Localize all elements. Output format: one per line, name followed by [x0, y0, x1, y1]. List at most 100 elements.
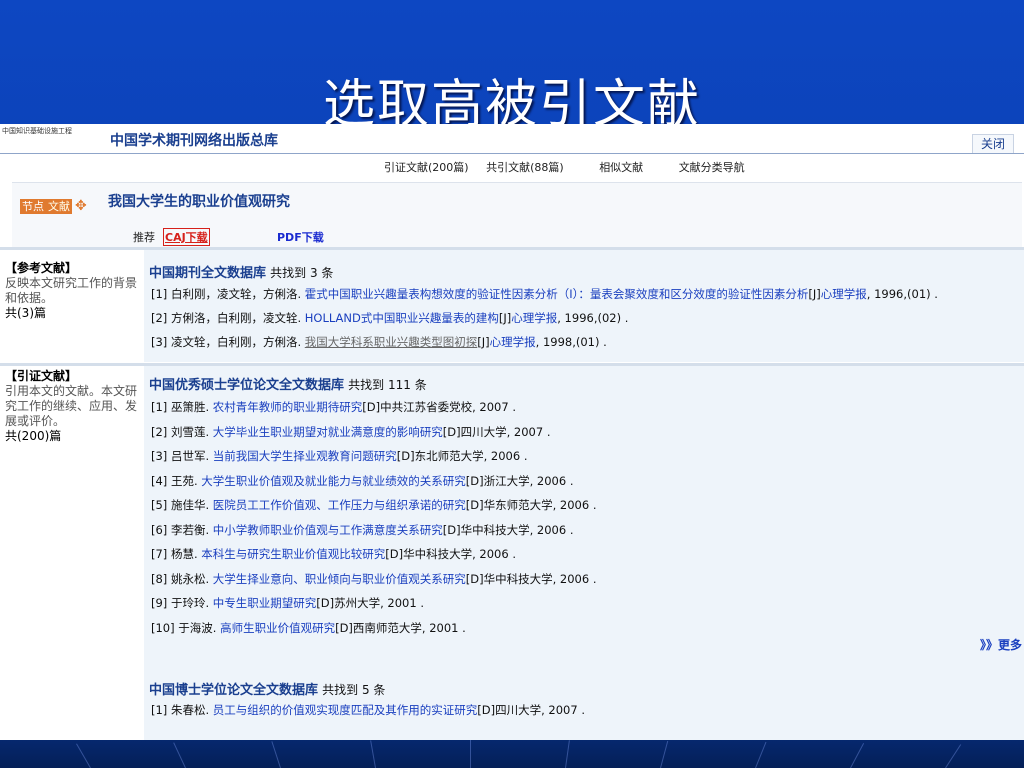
reference-authors: [1] 白利刚，凌文辁，方俐洛.	[151, 287, 305, 301]
footer-decor-line	[470, 740, 471, 768]
nav-citing-link[interactable]: 引证文献(200篇)	[384, 161, 469, 174]
reference-item: [2] 方俐洛，白利刚，凌文辁. HOLLAND式中国职业兴趣量表的建构[J]心…	[151, 310, 628, 326]
caj-download-link[interactable]: CAJ下载	[163, 228, 210, 246]
reference-type: [J]	[498, 311, 512, 325]
citation-title-link[interactable]: 高师生职业价值观研究	[220, 621, 335, 635]
reference-title-link[interactable]: 我国大学科系职业兴趣类型图初探	[305, 335, 478, 349]
citation-authors: [5] 施佳华.	[151, 498, 213, 512]
citation-authors: [4] 王苑.	[151, 473, 202, 488]
master-db-title: 中国优秀硕士学位论文全文数据库 共找到 111 条	[149, 374, 427, 393]
reference-title-link[interactable]: HOLLAND式中国职业兴趣量表的建构	[305, 311, 499, 325]
citation-authors: [1] 朱春松.	[151, 703, 213, 717]
citation-title-link[interactable]: 大学生职业价值观及就业能力与就业绩效的关系研究	[201, 474, 466, 488]
citation-title-link[interactable]: 中小学教师职业价值观与工作满意度关系研究	[213, 523, 443, 537]
footer-decor-line	[76, 743, 91, 768]
master-db-count: 共找到 111 条	[348, 378, 427, 392]
node-document-logo: 节点 文献 ✥	[20, 198, 87, 214]
citation-item: [2] 刘雪莲. 大学毕业生职业期望对就业满意度的影响研究[D]四川大学, 20…	[151, 424, 550, 440]
nav-links: 引证文献(200篇) 共引文献(88篇) 相似文献 文献分类导航	[384, 159, 759, 175]
doctor-db-count: 共找到 5 条	[322, 683, 386, 697]
reference-journal-link[interactable]: 心理学报	[511, 311, 557, 325]
citation-source: [D]华中科技大学, 2006 .	[442, 522, 574, 537]
cnki-logo: 中国知识基础设施工程	[2, 127, 72, 135]
more-link[interactable]: 》》更多	[980, 636, 1022, 653]
reference-item: [1] 白利刚，凌文辁，方俐洛. 霍式中国职业兴趣量表构想效度的验证性因素分析（…	[151, 286, 938, 302]
citation-authors: [10] 于海波.	[151, 620, 221, 635]
reference-journal-link[interactable]: 心理学报	[821, 287, 867, 301]
footer-decor-line	[755, 741, 767, 768]
references-heading: 【参考文献】	[5, 261, 78, 275]
citations-heading: 【引证文献】	[5, 369, 78, 383]
footer-decor-line	[660, 740, 669, 768]
reference-type: [J]	[477, 335, 490, 349]
citation-authors: [8] 姚永松.	[151, 571, 213, 586]
citation-title-link[interactable]: 大学生择业意向、职业倾向与职业价值观关系研究	[213, 572, 466, 586]
citation-source: [D]浙江大学, 2006 .	[465, 473, 574, 488]
references-db-name[interactable]: 中国期刊全文数据库	[149, 266, 266, 281]
slide-footer	[0, 740, 1024, 768]
recommend-label: 推荐	[133, 231, 155, 244]
citation-authors: [9] 于玲玲.	[151, 596, 213, 610]
citation-title-link[interactable]: 医院员工工作价值观、工作压力与组织承诺的研究	[213, 498, 466, 512]
reference-year: , 1996,(02) .	[557, 311, 629, 325]
citations-side: 【引证文献】 引用本文的文献。本文研究工作的继续、应用、发展或评价。 共(200…	[0, 369, 142, 740]
references-description: 反映本文研究工作的背景和依据。	[5, 276, 138, 305]
article-title: 我国大学生的职业价值观研究	[108, 194, 290, 210]
doctor-db-title: 中国博士学位论文全文数据库 共找到 5 条	[149, 679, 385, 698]
master-db-name[interactable]: 中国优秀硕士学位论文全文数据库	[149, 378, 344, 393]
citation-title-link[interactable]: 农村青年教师的职业期待研究	[213, 400, 363, 414]
citations-count: 共(200)篇	[5, 429, 62, 443]
reference-type: [J]	[808, 287, 821, 301]
references-db-count: 共找到 3 条	[270, 266, 334, 280]
article-header: 节点 文献 ✥ 我国大学生的职业价值观研究 推荐 CAJ下载 PDF下载	[12, 182, 1022, 247]
reference-title-link[interactable]: 霍式中国职业兴趣量表构想效度的验证性因素分析（Ⅰ）：量表会聚效度和区分效度的验证…	[305, 287, 809, 301]
citation-title-link[interactable]: 中专生职业期望研究	[213, 596, 317, 610]
footer-decor-line	[945, 744, 962, 768]
citation-item: [7] 杨慧. 本科生与研究生职业价值观比较研究[D]华中科技大学, 2006 …	[151, 546, 516, 562]
reference-journal-link[interactable]: 心理学报	[490, 335, 536, 349]
citation-authors: [2] 刘雪莲.	[151, 424, 213, 439]
references-count: 共(3)篇	[5, 306, 46, 320]
citation-item: [5] 施佳华. 医院员工工作价值观、工作压力与组织承诺的研究[D]华东师范大学…	[151, 497, 596, 513]
footer-decor-line	[173, 742, 186, 768]
citation-title-link[interactable]: 大学毕业生职业期望对就业满意度的影响研究	[213, 425, 443, 439]
footer-decor-line	[850, 743, 865, 768]
nav-similar-link[interactable]: 相似文献	[599, 161, 643, 174]
citation-authors: [3] 吕世军.	[151, 449, 213, 463]
citation-item: [3] 吕世军. 当前我国大学生择业观教育问题研究[D]东北师范大学, 2006…	[151, 448, 527, 464]
citation-source: [D]华中科技大学, 2006 .	[465, 571, 597, 586]
reference-year: , 1996,(01) .	[866, 287, 938, 301]
citation-item: [8] 姚永松. 大学生择业意向、职业倾向与职业价值观关系研究[D]华中科技大学…	[151, 571, 596, 587]
footer-decor-line	[370, 740, 376, 768]
citations-panel: 中国优秀硕士学位论文全文数据库 共找到 111 条 [1] 巫箫胜. 农村青年教…	[144, 366, 1024, 740]
references-db-title: 中国期刊全文数据库 共找到 3 条	[149, 262, 333, 281]
nav-co-citing-link[interactable]: 共引文献(88篇)	[486, 161, 564, 174]
reference-year: , 1998,(01) .	[535, 335, 607, 349]
doctor-db-name[interactable]: 中国博士学位论文全文数据库	[149, 683, 318, 698]
pdf-download-link[interactable]: PDF下载	[277, 229, 324, 245]
site-name: 中国学术期刊网络出版总库	[110, 133, 278, 149]
citation-source: [D]苏州大学, 2001 .	[316, 596, 424, 610]
citation-title-link[interactable]: 本科生与研究生职业价值观比较研究	[201, 547, 385, 561]
citation-source: [D]四川大学, 2007 .	[477, 703, 585, 717]
citation-source: [D]四川大学, 2007 .	[442, 424, 551, 439]
citation-title-link[interactable]: 员工与组织的价值观实现度匹配及其作用的实证研究	[213, 703, 478, 717]
citation-authors: [6] 李若衡.	[151, 522, 213, 537]
reference-authors: [3] 凌文辁，白利刚，方俐洛.	[151, 335, 305, 349]
references-panel: 中国期刊全文数据库 共找到 3 条 [1] 白利刚，凌文辁，方俐洛. 霍式中国职…	[144, 250, 1024, 362]
footer-decor-line	[271, 741, 281, 768]
nav-category-link[interactable]: 文献分类导航	[679, 161, 745, 174]
cnki-screenshot: 中国知识基础设施工程 中国学术期刊网络出版总库 关闭 引证文献(200篇) 共引…	[0, 124, 1024, 740]
reference-authors: [2] 方俐洛，白利刚，凌文辁.	[151, 311, 305, 325]
citation-source: [D]中共江苏省委党校, 2007 .	[362, 400, 516, 414]
citation-item: [1] 巫箫胜. 农村青年教师的职业期待研究[D]中共江苏省委党校, 2007 …	[151, 399, 516, 415]
flower-icon: ✥	[75, 198, 87, 214]
citation-authors: [1] 巫箫胜.	[151, 400, 213, 414]
footer-decor-line	[565, 740, 570, 768]
citations-description: 引用本文的文献。本文研究工作的继续、应用、发展或评价。	[5, 384, 138, 428]
close-button[interactable]: 关闭	[971, 134, 1014, 154]
references-side: 【参考文献】 反映本文研究工作的背景和依据。 共(3)篇	[0, 261, 142, 361]
citation-item: [9] 于玲玲. 中专生职业期望研究[D]苏州大学, 2001 .	[151, 595, 424, 611]
reference-item: [3] 凌文辁，白利刚，方俐洛. 我国大学科系职业兴趣类型图初探[J]心理学报,…	[151, 334, 607, 350]
citation-title-link[interactable]: 当前我国大学生择业观教育问题研究	[213, 449, 397, 463]
